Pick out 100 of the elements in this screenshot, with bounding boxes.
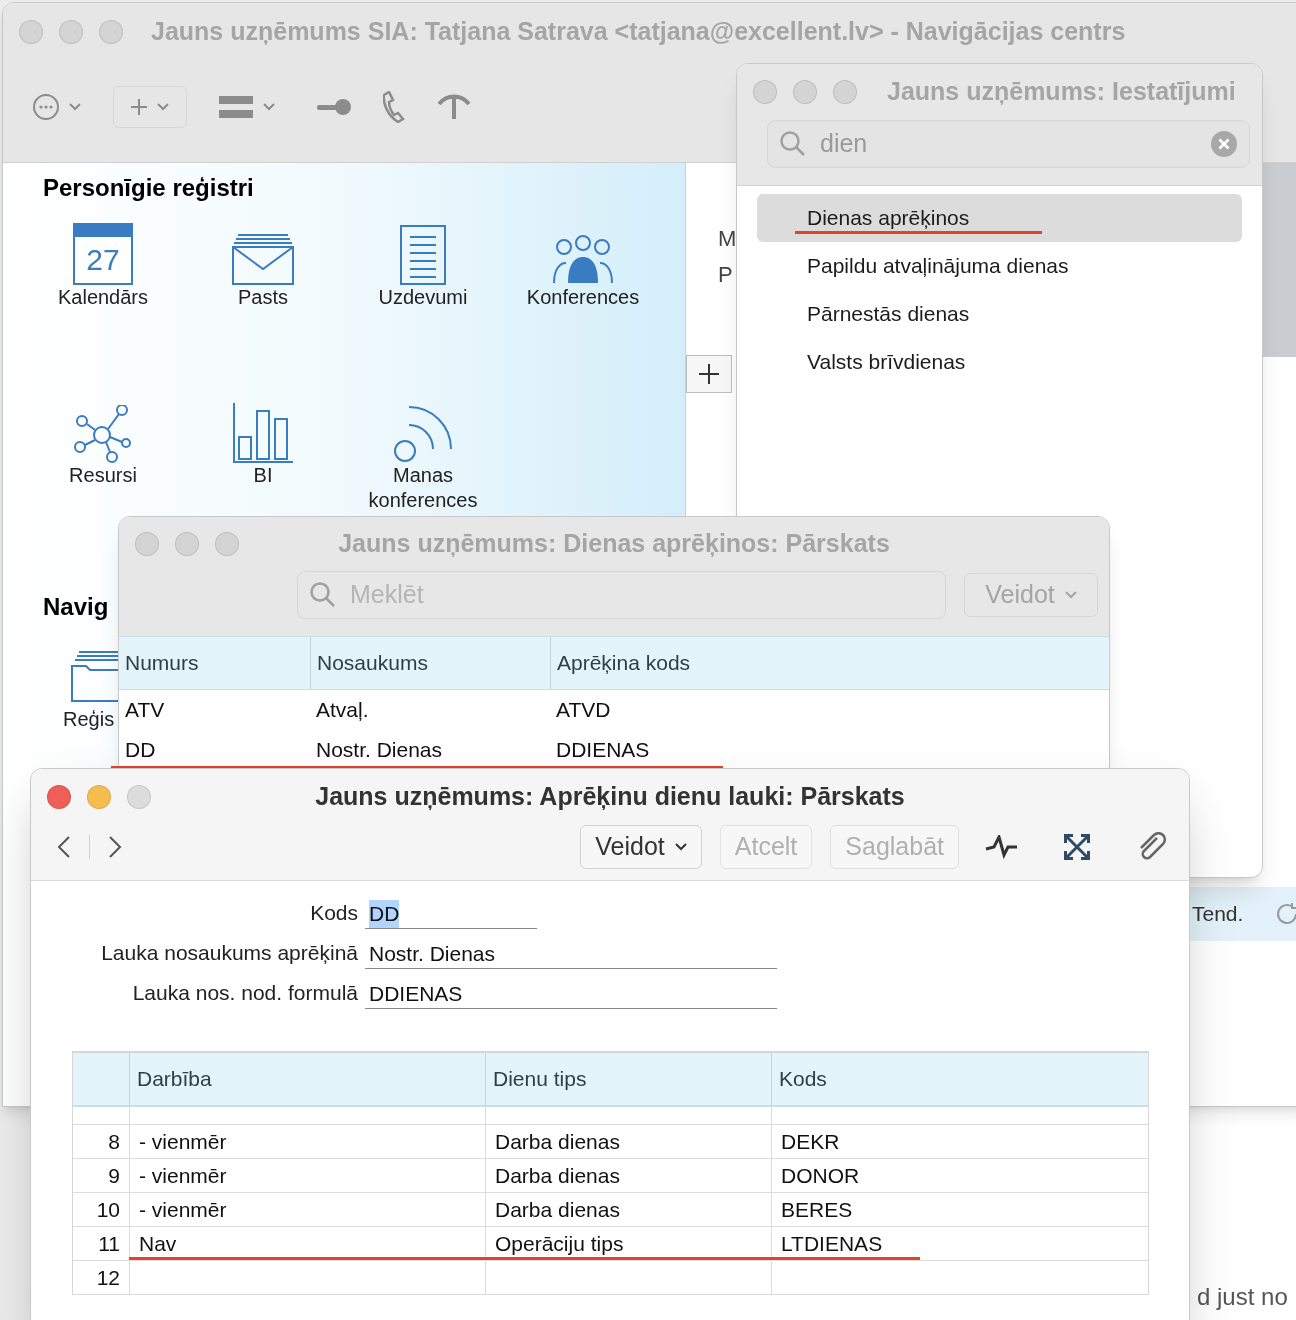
refresh-icon[interactable] <box>1274 901 1296 927</box>
column-header[interactable]: Kods <box>779 1063 827 1095</box>
section-title: Personīgie reģistri <box>43 173 254 203</box>
two-bars-icon[interactable] <box>219 96 253 118</box>
plus-icon <box>131 99 147 115</box>
network-nodes-icon <box>74 405 132 463</box>
register-label[interactable]: Konferences <box>508 285 658 310</box>
minimize-button[interactable] <box>793 80 817 104</box>
table-cell-text: Darba dienas <box>495 1196 620 1223</box>
table-cell-text: DONOR <box>781 1162 860 1189</box>
envelope-icon <box>232 233 294 285</box>
close-button[interactable] <box>753 80 777 104</box>
pulse-icon[interactable] <box>985 835 1017 859</box>
key-icon[interactable] <box>317 97 351 117</box>
table-cell-text: BERES <box>781 1196 853 1223</box>
table-cell-text: Darba dienas <box>495 1128 620 1155</box>
chevron-icon <box>1064 591 1077 599</box>
people-group-icon <box>552 235 614 285</box>
row-number: 9 <box>108 1162 120 1189</box>
window-title: Jauns uzņēmums: Iestatījumi <box>887 76 1236 108</box>
search-icon <box>780 131 806 157</box>
expand-icon[interactable] <box>1063 833 1091 861</box>
column-header[interactable]: Numurs <box>125 647 199 679</box>
broadcast-icon <box>393 405 453 463</box>
register-label[interactable]: Pasts <box>188 285 338 310</box>
table-cell-text: Darba dienas <box>495 1162 620 1189</box>
field-label: Kods <box>310 901 358 925</box>
register-label[interactable]: Reģis <box>63 706 115 732</box>
zoom-button[interactable] <box>215 532 239 556</box>
minimize-button[interactable] <box>59 20 83 44</box>
chevron-icon <box>69 103 81 111</box>
column-header: Tend. <box>1192 902 1244 926</box>
table-cell-text: - vienmēr <box>139 1196 227 1223</box>
settings-list-item[interactable]: Valsts brīvdienas <box>757 338 1242 386</box>
field-value: DDIENAS <box>369 981 463 1007</box>
close-button[interactable] <box>19 20 43 44</box>
field-value: DD <box>369 900 400 928</box>
forward-icon[interactable] <box>108 835 122 859</box>
window-title: Jauns uzņēmums SIA: Tatjana Satrava <tatjana@excellent.lv> - Navigācijas centrs <box>151 16 1126 48</box>
column-header[interactable]: Nosaukums <box>317 647 428 679</box>
register-label[interactable]: Kalendārs <box>28 285 178 310</box>
row-number: 12 <box>96 1264 120 1291</box>
table-cell-text: Operāciju tips <box>495 1230 624 1257</box>
column-header[interactable]: Aprēķina kods <box>557 647 691 679</box>
row-number: 10 <box>96 1196 120 1223</box>
chevron-icon <box>674 843 687 851</box>
table-cell-text: LTDIENAS <box>781 1230 883 1257</box>
table-cell-text: Nostr. Dienas <box>316 737 443 764</box>
folder-icon <box>71 650 121 702</box>
table-cell-text: - vienmēr <box>139 1128 227 1155</box>
settings-list-item[interactable]: Dienas aprēķinos <box>757 194 1242 242</box>
minimize-button[interactable] <box>175 532 199 556</box>
plus-icon <box>699 364 719 384</box>
table-cell-text: - vienmēr <box>139 1162 227 1189</box>
settings-list-item[interactable]: Papildu atvaļinājuma dienas <box>757 242 1242 290</box>
register-label[interactable]: Resursi <box>28 463 178 488</box>
calendar-date: 27 <box>86 245 120 275</box>
document-list-icon <box>400 225 446 285</box>
side-text: M <box>718 225 737 253</box>
table-cell-text: ATV <box>125 697 165 724</box>
phone-icon[interactable] <box>383 91 405 123</box>
close-button[interactable] <box>47 785 71 809</box>
table-cell-text: DEKR <box>781 1128 840 1155</box>
more-options-icon[interactable] <box>33 94 59 120</box>
zoom-button[interactable] <box>127 785 151 809</box>
zoom-button[interactable] <box>833 80 857 104</box>
window-title: Jauns uzņēmums: Aprēķinu dienu lauki: Pārskats <box>315 781 905 813</box>
field-label: Lauka nos. nod. formulā <box>132 981 358 1005</box>
table-cell-text: DD <box>125 737 156 764</box>
register-label[interactable]: BI <box>188 463 338 488</box>
column-header[interactable]: Darbība <box>137 1063 212 1095</box>
settings-list-item[interactable]: Pārnestās dienas <box>757 290 1242 338</box>
chevron-icon <box>263 103 275 111</box>
bar-chart-icon <box>233 403 293 463</box>
minimize-button[interactable] <box>87 785 111 809</box>
zoom-button[interactable] <box>99 20 123 44</box>
table-cell-text: Atvaļ. <box>316 697 369 724</box>
text-field[interactable]: DDIENAS <box>365 977 777 1009</box>
column-header[interactable]: Dienu tips <box>493 1063 587 1095</box>
register-label[interactable]: Manas konferences <box>348 463 498 513</box>
clear-icon[interactable] <box>1211 131 1237 157</box>
register-label[interactable]: Uzdevumi <box>348 285 498 310</box>
row-number: 11 <box>98 1230 120 1257</box>
add-button[interactable] <box>686 355 732 393</box>
field-label: Lauka nosaukums aprēķinā <box>101 941 358 965</box>
text-field[interactable]: Nostr. Dienas <box>365 937 777 969</box>
section-title: Navig <box>43 592 109 622</box>
status-text: d just no <box>1197 1282 1288 1312</box>
search-icon <box>310 582 336 608</box>
field-value: Nostr. Dienas <box>369 941 496 967</box>
antenna-icon[interactable] <box>437 94 471 120</box>
toolbar-button[interactable]: Veidot <box>580 825 702 869</box>
close-button[interactable] <box>135 532 159 556</box>
window-title: Jauns uzņēmums: Dienas aprēķinos: Pārskats <box>338 528 890 560</box>
table-cell-text: ATVD <box>556 697 611 724</box>
row-number: 8 <box>108 1128 120 1155</box>
back-icon[interactable] <box>57 835 71 859</box>
text-field[interactable]: DD <box>365 897 537 929</box>
side-text: P <box>718 261 734 289</box>
table-cell-text: Nav <box>139 1230 177 1257</box>
